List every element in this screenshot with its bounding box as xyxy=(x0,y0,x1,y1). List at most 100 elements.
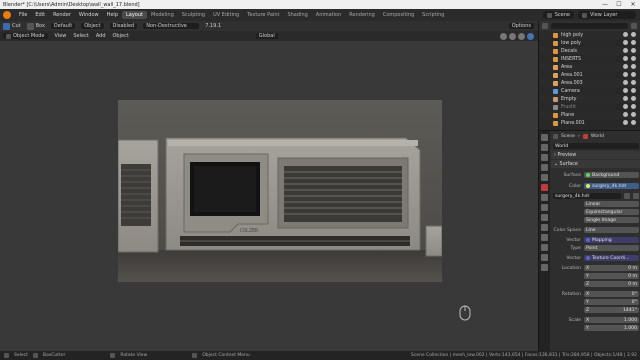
rotation-y-field[interactable]: Y 0° xyxy=(584,299,639,305)
output-tab-icon[interactable] xyxy=(541,154,548,161)
color-input-field[interactable]: surgery_4k.hdr xyxy=(584,183,639,189)
constraints-tab-icon[interactable] xyxy=(541,234,548,241)
view-layer-selector[interactable]: View Layer xyxy=(578,11,636,19)
orientation-dropdown[interactable]: Default xyxy=(50,23,76,29)
minimize-button[interactable]: — xyxy=(598,1,612,8)
panel-surface[interactable]: ⌄ Surface xyxy=(551,160,640,168)
panel-preview[interactable]: › Preview xyxy=(551,151,640,159)
camera-icon[interactable] xyxy=(631,72,636,77)
eye-icon[interactable] xyxy=(623,48,628,53)
object-tab-icon[interactable] xyxy=(541,194,548,201)
type-dropdown[interactable]: Point xyxy=(584,245,639,251)
blender-logo-icon[interactable] xyxy=(3,11,11,19)
eye-icon[interactable] xyxy=(623,56,628,61)
camera-icon[interactable] xyxy=(631,32,636,37)
solid-shading-icon[interactable] xyxy=(509,32,516,40)
tab-rendering[interactable]: Rendering xyxy=(345,11,379,19)
menu-object[interactable]: Object xyxy=(113,33,129,39)
view-layer-tab-icon[interactable] xyxy=(541,164,548,171)
projection-dropdown[interactable]: Equirectangular xyxy=(584,209,639,215)
maximize-button[interactable]: ☐ xyxy=(612,1,626,8)
camera-icon[interactable] xyxy=(631,88,636,93)
menu-render[interactable]: Render xyxy=(49,12,75,18)
world-name-field[interactable]: World xyxy=(553,143,639,149)
eye-icon[interactable] xyxy=(623,72,628,77)
vector-texcoord-field[interactable]: Texture Coordi... xyxy=(584,255,639,261)
eye-icon[interactable] xyxy=(623,112,628,117)
eye-icon[interactable] xyxy=(623,40,628,45)
shape-box[interactable]: Box xyxy=(26,22,45,30)
scene-tab-icon[interactable] xyxy=(541,174,548,181)
location-y-field[interactable]: Y 0 m xyxy=(584,273,639,279)
camera-icon[interactable] xyxy=(631,56,636,61)
physics-tab-icon[interactable] xyxy=(541,224,548,231)
outliner-item[interactable]: high poly xyxy=(539,31,640,39)
eye-icon[interactable] xyxy=(623,80,628,85)
data-tab-icon[interactable] xyxy=(541,244,548,251)
scale-x-field[interactable]: X 1.000 xyxy=(584,317,639,323)
rotation-z-field[interactable]: Z 1441° xyxy=(584,307,639,313)
outliner-item[interactable]: low poly xyxy=(539,39,640,47)
outliner-item[interactable]: Plane.001 xyxy=(539,119,640,127)
eye-icon[interactable] xyxy=(623,32,628,37)
material-shading-icon[interactable] xyxy=(518,32,525,40)
interpolation-dropdown[interactable]: Linear xyxy=(584,201,639,207)
tab-modeling[interactable]: Modeling xyxy=(147,11,178,19)
tool-tab-icon[interactable] xyxy=(541,134,548,141)
filter-icon[interactable] xyxy=(631,23,637,29)
menu-file[interactable]: File xyxy=(15,12,31,18)
source-dropdown[interactable]: Single Image xyxy=(584,217,639,223)
outliner-item[interactable]: Frustit xyxy=(539,103,640,111)
tab-scripting[interactable]: Scripting xyxy=(418,11,448,19)
outliner-editor-icon[interactable] xyxy=(542,23,548,29)
color-space-dropdown[interactable]: Line xyxy=(584,227,639,233)
object-mode-dropdown[interactable]: Object Mode xyxy=(3,33,48,39)
outliner-item[interactable]: INSERTS xyxy=(539,55,640,63)
location-x-field[interactable]: X 0 m xyxy=(584,265,639,271)
options-dropdown[interactable]: Options xyxy=(508,23,534,29)
menu-add[interactable]: Add xyxy=(96,33,106,39)
outliner-item[interactable]: Area.003 xyxy=(539,79,640,87)
texture-tab-icon[interactable] xyxy=(541,264,548,271)
material-tab-icon[interactable] xyxy=(541,254,548,261)
eye-icon[interactable] xyxy=(623,88,628,93)
eye-icon[interactable] xyxy=(623,64,628,69)
wireframe-shading-icon[interactable] xyxy=(500,32,507,40)
scale-y-field[interactable]: Y 1.000 xyxy=(584,325,639,331)
tab-animation[interactable]: Animation xyxy=(312,11,346,19)
outliner-item[interactable]: Area.001 xyxy=(539,71,640,79)
camera-icon[interactable] xyxy=(631,96,636,101)
outliner-item[interactable]: Plane xyxy=(539,111,640,119)
outliner-item[interactable]: Decals xyxy=(539,47,640,55)
tab-layout[interactable]: Layout xyxy=(122,11,147,19)
modifier-tab-icon[interactable] xyxy=(541,204,548,211)
outliner-item[interactable]: Area xyxy=(539,63,640,71)
eye-icon[interactable] xyxy=(623,120,628,125)
location-z-field[interactable]: Z 0 m xyxy=(584,281,639,287)
close-icon[interactable] xyxy=(633,193,639,199)
menu-select[interactable]: Select xyxy=(73,33,88,39)
menu-edit[interactable]: Edit xyxy=(31,12,49,18)
camera-icon[interactable] xyxy=(631,120,636,125)
close-button[interactable]: ✕ xyxy=(626,1,640,8)
eye-icon[interactable] xyxy=(623,104,628,109)
menu-window[interactable]: Window xyxy=(75,12,103,18)
tab-sculpting[interactable]: Sculpting xyxy=(178,11,209,19)
image-datablock-field[interactable]: surgery_4k.hdr xyxy=(553,193,621,199)
render-tab-icon[interactable] xyxy=(541,144,548,151)
menu-help[interactable]: Help xyxy=(103,12,122,18)
menu-view[interactable]: View xyxy=(55,33,67,39)
mode-dropdown[interactable]: Non-Destructive xyxy=(143,23,200,29)
transform-orientation-dropdown[interactable]: Global xyxy=(255,33,278,39)
outliner-search-input[interactable] xyxy=(551,23,628,29)
camera-icon[interactable] xyxy=(631,104,636,109)
tab-uv-editing[interactable]: UV Editing xyxy=(209,11,243,19)
vector-mapping-field[interactable]: Mapping xyxy=(584,237,639,243)
object-dropdown[interactable]: Object xyxy=(81,23,104,29)
surface-shader-field[interactable]: Background xyxy=(584,172,639,178)
camera-icon[interactable] xyxy=(631,112,636,117)
outliner-item[interactable]: Empty xyxy=(539,95,640,103)
tab-shading[interactable]: Shading xyxy=(283,11,311,19)
snap-dropdown[interactable]: Disabled xyxy=(109,23,138,29)
tool-cut[interactable]: Cut xyxy=(3,22,21,30)
